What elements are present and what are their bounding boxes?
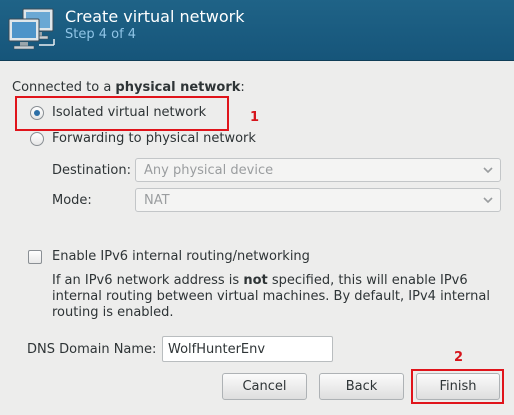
mode-value: NAT: [144, 193, 170, 208]
cancel-button[interactable]: Cancel: [222, 373, 307, 400]
back-button[interactable]: Back: [319, 373, 404, 400]
mode-combo[interactable]: NAT: [135, 188, 501, 212]
ipv6-checkbox[interactable]: [28, 250, 42, 264]
network-computers-icon: [8, 8, 55, 50]
destination-label: Destination:: [52, 163, 131, 178]
connection-section-label: Connected to a physical network:: [12, 80, 245, 95]
wizard-title: Create virtual network: [65, 7, 245, 26]
ipv6-label[interactable]: Enable IPv6 internal routing/networking: [52, 249, 310, 264]
chevron-down-icon: [483, 167, 493, 174]
destination-combo[interactable]: Any physical device: [135, 158, 501, 182]
mode-label: Mode:: [52, 193, 92, 208]
forwarding-network-label[interactable]: Forwarding to physical network: [52, 131, 256, 146]
forwarding-network-radio[interactable]: [30, 132, 44, 146]
wizard-header: Create virtual network Step 4 of 4: [0, 0, 514, 61]
ipv6-description: If an IPv6 network address is not specif…: [52, 273, 490, 320]
dns-domain-input[interactable]: [162, 336, 333, 362]
dns-domain-label: DNS Domain Name:: [27, 342, 157, 357]
destination-value: Any physical device: [144, 163, 274, 178]
annotation-1: 1: [250, 110, 260, 125]
annotation-2: 2: [454, 350, 464, 365]
highlight-box-isolated: [15, 96, 229, 131]
highlight-box-finish: [411, 369, 504, 404]
chevron-down-icon: [483, 197, 493, 204]
wizard-step: Step 4 of 4: [65, 27, 137, 42]
